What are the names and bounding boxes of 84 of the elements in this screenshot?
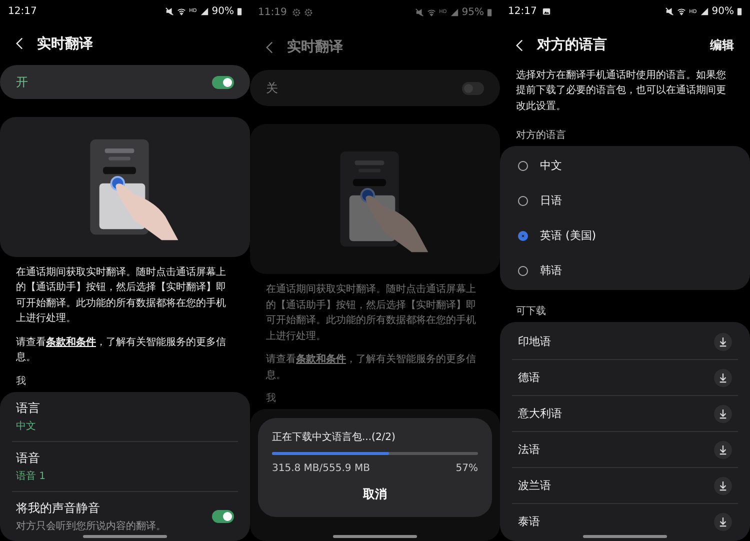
language-name: 意大利语 [518,406,562,421]
toggle-switch[interactable] [462,82,484,94]
settings-item[interactable]: 语言 中文 [12,392,238,441]
dialog-title: 正在下载中文语言包...(2/2) [272,430,396,444]
download-icon[interactable] [714,476,732,494]
signal-icon [700,7,709,16]
section-label: 对方的语言 [516,128,566,142]
status-time: 12:17 [8,6,37,17]
battery-level: 90% [212,6,234,17]
master-switch-row[interactable]: 关 [250,70,500,106]
radio-button[interactable] [518,266,528,276]
battery-level: 90% [712,6,734,18]
mute-icon [415,8,424,16]
radio-button[interactable] [518,230,528,240]
wifi-icon [677,7,686,16]
language-name: 波兰语 [518,478,551,493]
signal-icon [450,8,459,16]
section-label: 可下载 [516,304,546,318]
mute-icon [665,7,674,16]
language-item[interactable]: 意大利语 [512,395,738,431]
radio-button[interactable] [518,160,528,170]
download-icon[interactable] [714,404,732,422]
terms-link[interactable]: 条款和条件 [296,354,346,365]
mute-icon [165,6,174,16]
download-percent: 57% [456,463,478,474]
page-title: 实时翻译 [37,34,93,53]
language-item[interactable]: 法语 [512,431,738,467]
download-icon[interactable] [714,368,732,386]
setting-title: 将我的声音静音 [16,500,101,517]
battery-icon [487,8,492,16]
download-size: 315.8 MB/555.9 MB [272,463,370,474]
language-name: 日语 [540,193,562,208]
switch-label: 开 [16,74,28,91]
battery-icon [737,7,742,16]
terms-text: 请查看条款和条件，了解有关智能服务的更多信息。 [16,336,227,366]
download-icon[interactable] [714,512,732,530]
setting-value: 语音 1 [16,470,47,483]
battery-icon [237,6,242,16]
cancel-button[interactable]: 取消 [351,482,399,507]
download-icon[interactable] [714,332,732,350]
setting-subtitle: 对方只会听到您所说内容的翻译。 [16,520,167,533]
setting-title: 语言 [16,400,41,417]
back-icon[interactable] [16,37,23,50]
language-name: 德语 [518,370,540,385]
toggle-switch[interactable] [212,76,234,89]
language-item[interactable]: 中文 [512,148,738,183]
settings-item[interactable]: 语音 语音 1 [12,440,238,491]
radio-button[interactable] [518,196,528,206]
language-item[interactable]: 韩语 [512,253,738,288]
page-title: 实时翻译 [287,38,343,56]
toggle-switch[interactable] [212,510,234,523]
language-name: 英语 (美国) [540,228,596,243]
language-item[interactable]: 印地语 [512,324,738,359]
language-name: 泰语 [518,514,540,529]
terms-link[interactable]: 条款和条件 [46,336,96,348]
language-item[interactable]: 英语 (美国) [512,218,738,253]
language-name: 韩语 [540,263,562,278]
setting-value: 中文 [16,420,37,433]
language-item[interactable]: 波兰语 [512,467,738,503]
master-switch-row[interactable]: 开 [0,65,250,99]
description-text: 选择对方在翻译手机通话时使用的语言。如果您提前下载了必要的语言包，也可以在通话期间更改此设置。 [516,68,727,114]
signal-icon [200,6,209,16]
wifi-icon [427,8,436,16]
status-time: 12:17 [508,6,537,18]
terms-text: 请查看条款和条件，了解有关智能服务的更多信息。 [266,352,477,382]
language-name: 中文 [540,158,562,173]
section-label: 我 [266,392,276,405]
battery-level: 95% [462,6,484,18]
image-icon [542,7,551,16]
description-text: 在通话期间获取实时翻译。随时点击通话屏幕上的【通话助手】按钮，然后选择【实时翻译】即可开始翻译。此功能的所有数据都将在您的手机上进行处理。 [16,266,227,326]
edit-button[interactable]: 编辑 [710,36,734,54]
status-time: 11:19 [258,6,287,18]
language-name: 法语 [518,442,540,457]
language-name: 印地语 [518,334,551,349]
setting-title: 语音 [16,450,41,467]
language-item[interactable]: 德语 [512,359,738,395]
back-icon[interactable] [516,38,523,52]
page-title: 对方的语言 [537,36,607,54]
section-label: 我 [16,374,26,388]
wifi-icon [177,6,186,16]
switch-label: 关 [266,80,278,96]
language-item[interactable]: 日语 [512,183,738,218]
download-icon[interactable] [714,440,732,458]
description-text: 在通话期间获取实时翻译。随时点击通话屏幕上的【通话助手】按钮，然后选择【实时翻译】即可开始翻译。此功能的所有数据都将在您的手机上进行处理。 [266,282,477,344]
